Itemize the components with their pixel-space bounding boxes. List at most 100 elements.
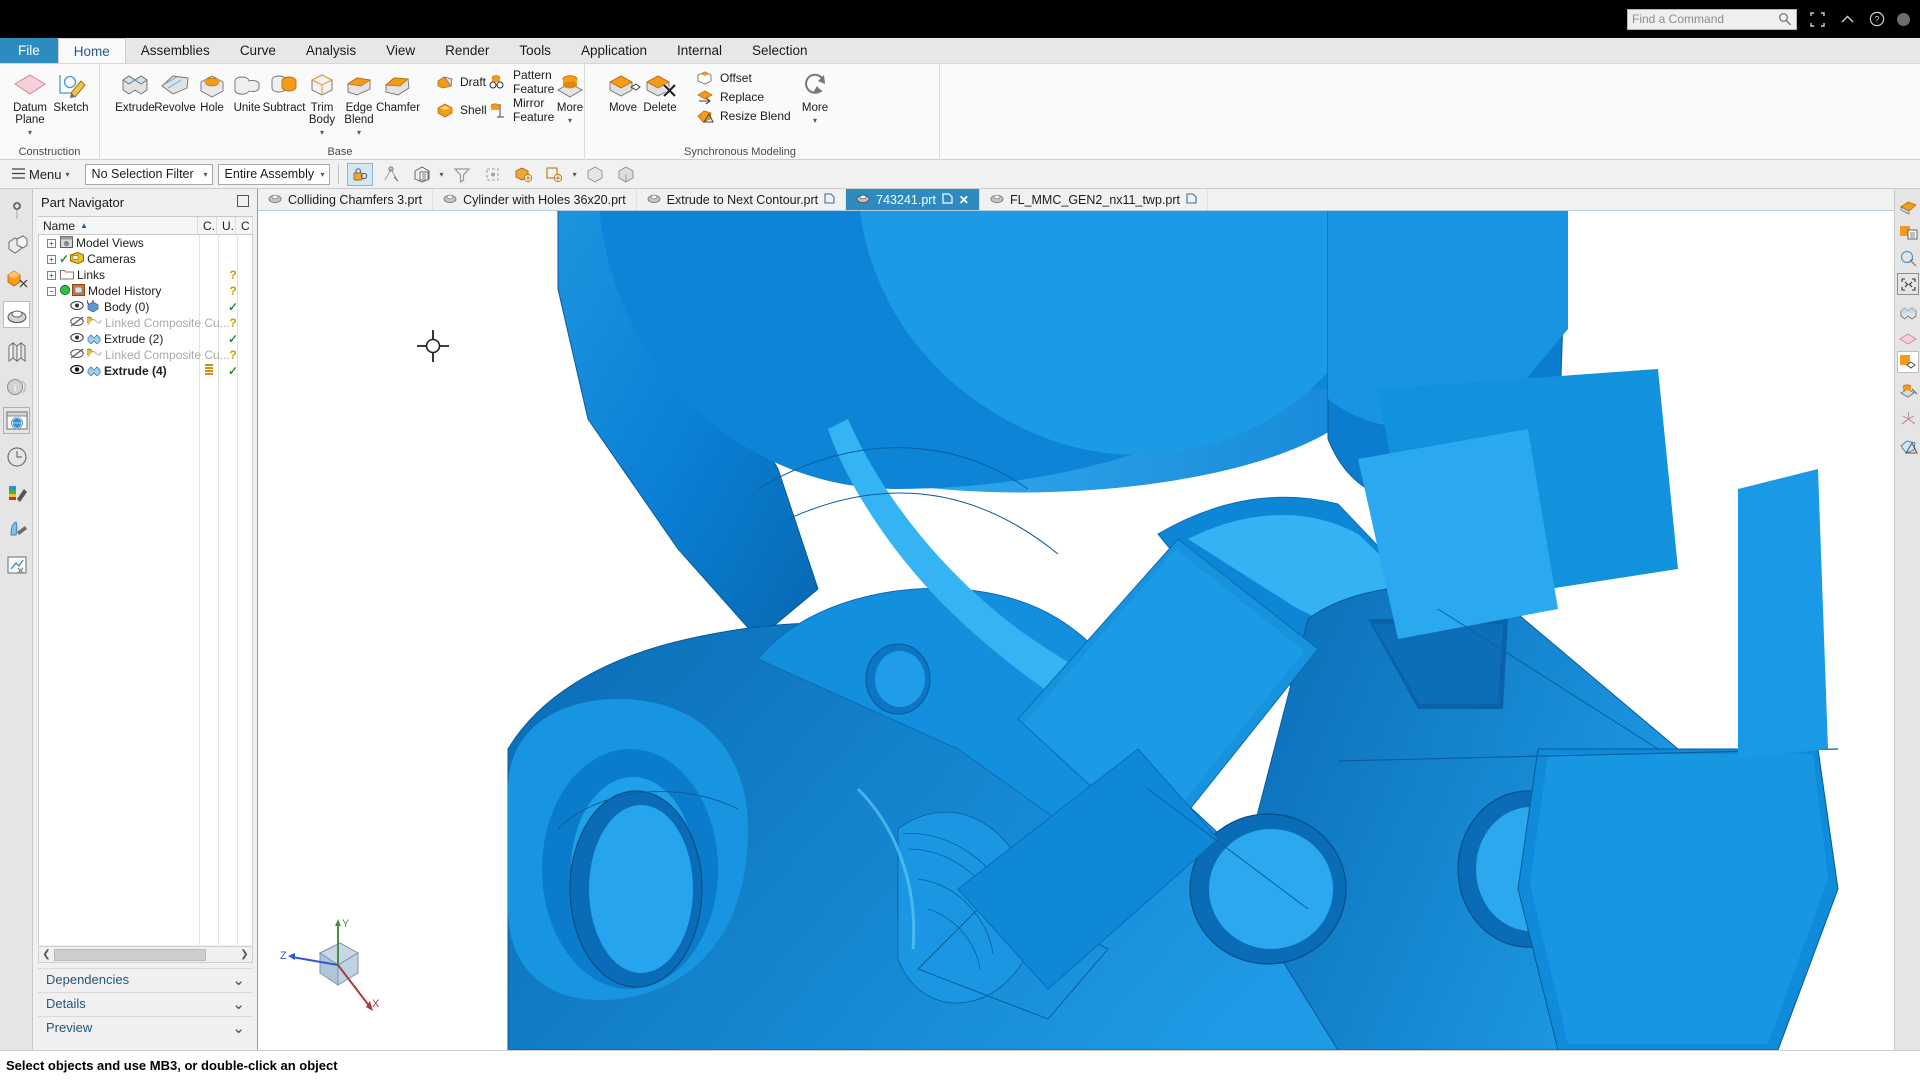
chevron-down-icon[interactable]: ▾ [320, 128, 324, 137]
document-tab-colliding-chamfers[interactable]: Colliding Chamfers 3.prt [258, 189, 434, 210]
visibility-hidden-icon[interactable] [70, 316, 84, 330]
chevron-down-icon[interactable]: ⌄ [232, 1019, 245, 1037]
column-header-c2[interactable]: C [236, 217, 253, 234]
visibility-eye-icon[interactable] [70, 364, 84, 378]
section-analysis-icon[interactable] [1897, 435, 1919, 457]
sync-more-button[interactable]: More ▾ [785, 68, 845, 126]
expander-icon[interactable]: + [47, 270, 56, 280]
reuse-library-icon[interactable] [3, 337, 30, 364]
visibility-eye-icon[interactable] [70, 332, 84, 346]
select-object-icon[interactable] [511, 163, 537, 186]
expander-icon[interactable]: + [47, 238, 56, 248]
expander-icon[interactable]: − [47, 286, 56, 296]
history-icon[interactable] [3, 443, 30, 470]
process-studio-icon[interactable] [3, 551, 30, 578]
graphics-viewport[interactable]: Y Z X [258, 189, 1894, 1050]
scroll-thumb[interactable] [54, 948, 206, 961]
table-row[interactable]: Linked Composite Cu... ? [39, 347, 252, 363]
document-tab-cylinder-with-holes[interactable]: Cylinder with Holes 36x20.prt [433, 189, 637, 210]
edit-object-display-icon[interactable] [1897, 379, 1919, 401]
resize-blend-button[interactable]: Resize Blend [695, 105, 791, 127]
hd3d-tools-icon[interactable]: i [3, 373, 30, 400]
ribbon-tab-internal[interactable]: Internal [662, 38, 737, 63]
sketch-button[interactable]: Sketch [41, 68, 101, 114]
datum-display-icon[interactable] [1897, 327, 1919, 349]
model-view-icon[interactable] [3, 265, 30, 292]
constraint-navigator-icon[interactable] [3, 231, 30, 258]
preview-section[interactable]: Preview ⌄ [38, 1016, 253, 1038]
table-row[interactable]: Extrude (4) ✓ [39, 363, 252, 379]
visibility-hidden-icon[interactable] [70, 348, 84, 362]
part-navigator-tree[interactable]: + Model Views + ✓ Cameras + Links ? − Mo… [38, 235, 253, 945]
ribbon-tab-selection[interactable]: Selection [737, 38, 823, 63]
layer-settings-icon[interactable] [1897, 221, 1919, 243]
account-icon[interactable] [1897, 12, 1910, 26]
snap-point-icon[interactable] [378, 163, 404, 186]
select-feature-icon[interactable] [542, 163, 568, 186]
document-tab-fl-mmc-gen2[interactable]: FL_MMC_GEN2_nx11_twp.prt [980, 189, 1208, 210]
table-row[interactable]: − Model History ? [39, 283, 252, 299]
assembly-navigator-icon[interactable] [3, 197, 30, 224]
chevron-down-icon[interactable]: ⌄ [232, 971, 245, 989]
table-row[interactable]: Extrude (2) ✓ [39, 331, 252, 347]
part-navigator-icon[interactable] [3, 301, 30, 328]
find-command-box[interactable]: Find a Command [1627, 8, 1797, 30]
system-scene-icon[interactable] [3, 515, 30, 542]
system-materials-icon[interactable] [3, 479, 30, 506]
pin-panel-button[interactable] [237, 195, 249, 207]
draft-button[interactable]: Draft [435, 71, 486, 93]
part-navigator-hscrollbar[interactable]: ❮ ❯ [38, 946, 253, 963]
ribbon-tab-tools[interactable]: Tools [504, 38, 566, 63]
chevron-down-icon[interactable]: ▾ [204, 170, 208, 179]
delete-face-button[interactable]: Delete [630, 68, 690, 114]
render-style-icon[interactable] [1897, 195, 1919, 217]
table-row[interactable]: + Links ? [39, 267, 252, 283]
wcs-icon[interactable] [1897, 407, 1919, 429]
ribbon-tab-file[interactable]: File [0, 38, 58, 63]
view-section-icon[interactable] [1897, 247, 1919, 269]
fullscreen-icon[interactable] [1807, 9, 1827, 29]
chevron-down-icon[interactable]: ▾ [357, 128, 361, 137]
chain-icon[interactable] [582, 163, 608, 186]
face-finder-icon[interactable] [409, 163, 435, 186]
chevron-down-icon[interactable]: ▾ [440, 170, 444, 179]
ribbon-tab-application[interactable]: Application [566, 38, 662, 63]
table-row[interactable]: Linked Composite Cu... ? [39, 315, 252, 331]
ribbon-tab-home[interactable]: Home [57, 38, 126, 63]
document-tab-743241[interactable]: 743241.prt ✕ [846, 189, 980, 210]
orient-view-icon[interactable] [1897, 301, 1919, 323]
chevron-down-icon[interactable]: ▾ [568, 116, 572, 125]
minimize-ribbon-icon[interactable] [1837, 9, 1857, 29]
ribbon-tab-analysis[interactable]: Analysis [291, 38, 371, 63]
move-object-icon[interactable] [1897, 351, 1919, 373]
document-tab-extrude-to-next-contour[interactable]: Extrude to Next Contour.prt [637, 189, 847, 210]
chamfer-button[interactable]: Chamfer [366, 68, 430, 114]
chevron-down-icon[interactable]: ▾ [321, 170, 325, 179]
fit-view-icon[interactable] [1897, 273, 1919, 295]
help-icon[interactable]: ? [1867, 9, 1887, 29]
table-row[interactable]: + ✓ Cameras [39, 251, 252, 267]
filter-icon[interactable] [449, 163, 475, 186]
chevron-down-icon[interactable]: ▾ [813, 116, 817, 125]
column-header-name[interactable]: Name ▲ [38, 217, 198, 234]
attach-icon[interactable] [480, 163, 506, 186]
web-browser-icon[interactable] [3, 407, 30, 434]
ribbon-tab-view[interactable]: View [371, 38, 430, 63]
chevron-down-icon[interactable]: ⌄ [232, 995, 245, 1013]
ribbon-tab-render[interactable]: Render [430, 38, 504, 63]
coordinate-triad[interactable]: Y Z X [278, 915, 388, 1015]
chevron-down-icon[interactable]: ▾ [573, 170, 577, 179]
details-section[interactable]: Details ⌄ [38, 992, 253, 1014]
dependencies-section[interactable]: Dependencies ⌄ [38, 968, 253, 990]
selection-lock-icon[interactable] [346, 162, 373, 186]
close-icon[interactable]: ✕ [959, 193, 969, 207]
table-row[interactable]: + Model Views [39, 235, 252, 251]
scroll-left-arrow[interactable]: ❮ [39, 949, 54, 960]
ribbon-tab-assemblies[interactable]: Assemblies [126, 38, 225, 63]
ribbon-tab-curve[interactable]: Curve [225, 38, 291, 63]
chevron-down-icon[interactable]: ▾ [66, 170, 70, 179]
chevron-down-icon[interactable]: ▾ [28, 128, 32, 137]
menu-button[interactable]: Menu ▾ [6, 167, 76, 182]
solid-body-icon[interactable] [613, 163, 639, 186]
scroll-right-arrow[interactable]: ❯ [237, 949, 252, 960]
